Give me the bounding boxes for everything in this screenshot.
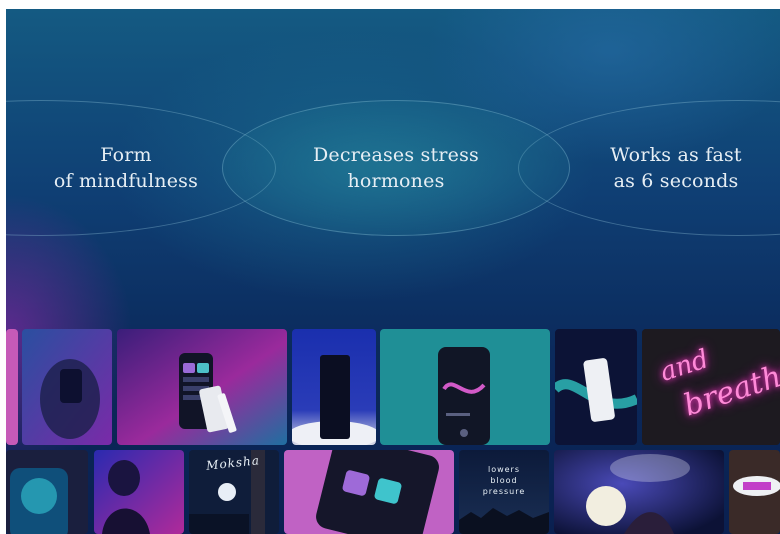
feature-stress-line2: hormones: [347, 170, 445, 192]
blood-pressure-caption-line2: blood: [490, 476, 518, 485]
blood-pressure-caption-line1: lowers: [487, 465, 521, 474]
feature-speed-line2: as 6 seconds: [613, 170, 739, 192]
gallery-tile-phone-pink: [284, 450, 454, 534]
hero-section: Form of mindfulness Decreases stress hor…: [6, 9, 780, 534]
gallery-tile-phone-teal: [380, 329, 550, 445]
gallery-tile-wrist-device: [729, 450, 780, 534]
gallery-tile-neon-sign: and breathe: [642, 329, 780, 445]
blood-pressure-caption-line3: pressure: [482, 487, 526, 496]
feature-speed: Works as fast as 6 seconds: [596, 142, 756, 194]
gallery-tile-hand-device: [22, 329, 112, 445]
feature-stress-line1: Decreases stress: [313, 144, 479, 166]
gallery-tile-blood-pressure: lowers blood pressure: [459, 450, 549, 534]
blood-pressure-caption: lowers blood pressure: [459, 464, 549, 497]
gallery-tile-app-and-device: [117, 329, 287, 445]
feature-mindfulness: Form of mindfulness: [46, 142, 206, 194]
gallery-tile-moon-lamp: [554, 450, 724, 534]
gallery-tile-pink-edge: [6, 329, 18, 445]
gallery-tile-device-dark: [292, 329, 376, 445]
feature-speed-line1: Works as fast: [610, 144, 742, 166]
gallery-tile-person-portrait: [94, 450, 184, 534]
gallery-tile-device-swirl: [555, 329, 637, 445]
feature-mindfulness-line2: of mindfulness: [53, 170, 199, 192]
gallery-tile-phone-breathing: [6, 450, 88, 534]
feature-mindfulness-line1: Form: [100, 144, 152, 166]
gallery-tile-moksha-night: Moksha: [189, 450, 279, 534]
feature-stress: Decreases stress hormones: [306, 142, 486, 194]
